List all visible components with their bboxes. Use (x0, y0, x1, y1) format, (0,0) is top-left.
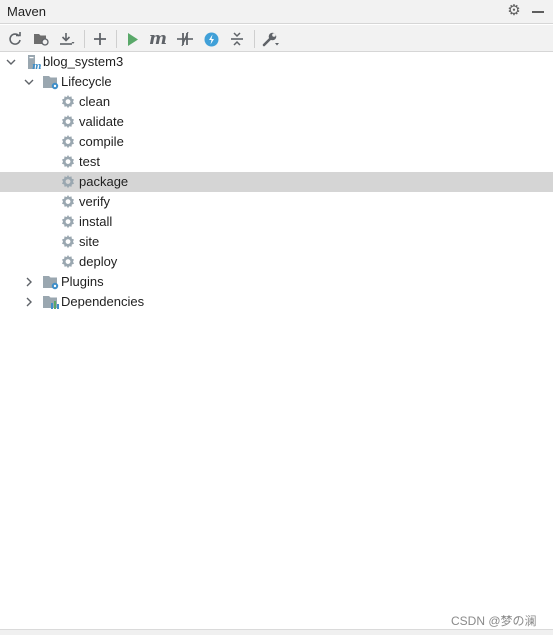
toolbar-separator (254, 30, 255, 48)
toolbar-separator (84, 30, 85, 48)
goal-label: deploy (79, 254, 118, 269)
goal-label: package (79, 174, 129, 189)
tree-node-dependencies[interactable]: Dependencies (0, 292, 553, 312)
goal-label: install (79, 214, 113, 229)
lifecycle-goal-test[interactable]: test (0, 152, 553, 172)
svg-text:m: m (32, 62, 41, 70)
watermark-text: CSDN @梦の澜 (451, 614, 537, 628)
tree-node-label: Plugins (61, 274, 104, 289)
gear-icon (60, 174, 76, 190)
dependencies-folder-icon (43, 296, 59, 309)
toggle-offline-icon[interactable] (175, 29, 195, 49)
download-icon[interactable] (57, 29, 77, 49)
gear-icon (60, 114, 76, 130)
lifecycle-goal-deploy[interactable]: deploy (0, 252, 553, 272)
bottom-edge (0, 629, 553, 635)
execute-goal-icon[interactable]: m (148, 29, 168, 49)
lifecycle-goal-package[interactable]: package (0, 172, 553, 192)
lifecycle-goal-verify[interactable]: verify (0, 192, 553, 212)
goal-label: clean (79, 94, 111, 109)
tree-node-label: blog_system3 (43, 54, 124, 69)
gear-icon (60, 234, 76, 250)
minimize-icon[interactable] (532, 11, 544, 13)
add-icon[interactable] (90, 29, 110, 49)
lifecycle-goal-clean[interactable]: clean (0, 92, 553, 112)
goal-label: validate (79, 114, 124, 129)
tool-window-title: Maven (7, 4, 47, 19)
settings-wrench-icon[interactable] (261, 29, 281, 49)
tree-node-lifecycle[interactable]: Lifecycle (0, 72, 553, 92)
tool-window-header: Maven ⚙ (0, 0, 553, 24)
generate-sources-icon[interactable] (31, 29, 51, 49)
chevron-down-icon[interactable] (5, 56, 17, 68)
tree-node-label: Dependencies (61, 294, 145, 309)
tree-node-project[interactable]: m blog_system3 (0, 52, 553, 72)
maven-project-icon: m (28, 55, 41, 70)
lifecycle-goal-install[interactable]: install (0, 212, 553, 232)
lifecycle-goal-validate[interactable]: validate (0, 112, 553, 132)
gear-icon (60, 254, 76, 270)
run-icon[interactable] (123, 29, 143, 49)
lifecycle-goal-site[interactable]: site (0, 232, 553, 252)
gear-icon[interactable]: ⚙ (506, 2, 522, 20)
lifecycle-goal-compile[interactable]: compile (0, 132, 553, 152)
skip-tests-icon[interactable] (201, 29, 221, 49)
reload-icon[interactable] (5, 29, 25, 49)
gear-icon (60, 94, 76, 110)
gear-icon (60, 214, 76, 230)
tree-node-label: Lifecycle (61, 74, 112, 89)
tree-node-plugins[interactable]: Plugins (0, 272, 553, 292)
toolbar-separator (116, 30, 117, 48)
lifecycle-folder-icon (43, 76, 59, 90)
goal-label: site (79, 234, 100, 249)
maven-toolbar: m (0, 25, 553, 52)
goal-label: verify (79, 194, 111, 209)
gear-icon (60, 134, 76, 150)
collapse-all-icon[interactable] (227, 29, 247, 49)
chevron-right-icon[interactable] (23, 296, 35, 308)
gear-icon (60, 194, 76, 210)
chevron-right-icon[interactable] (23, 276, 35, 288)
plugins-folder-icon (43, 276, 59, 290)
goal-label: test (79, 154, 100, 169)
chevron-down-icon[interactable] (23, 76, 35, 88)
gear-icon (60, 154, 76, 170)
goal-label: compile (79, 134, 124, 149)
